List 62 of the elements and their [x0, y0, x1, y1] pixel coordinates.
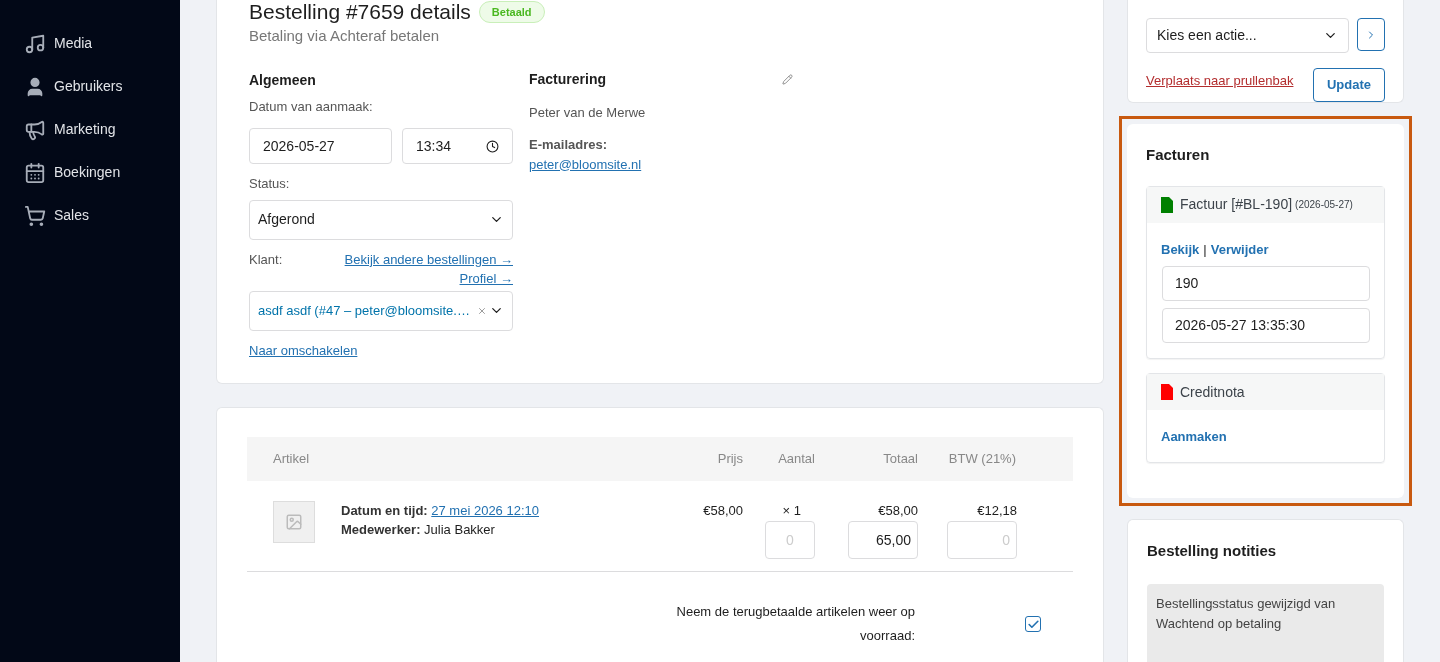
trash-link[interactable]: Verplaats naar prullenbak	[1146, 71, 1294, 91]
date-link[interactable]: 27 mei 2026 12:10	[431, 503, 539, 518]
quantity-cell-text: × 1	[782, 502, 802, 520]
order-title: Bestelling #7659 details	[249, 0, 471, 26]
customer-link[interactable]: Profiel →	[459, 268, 513, 288]
restock-label: Neem de terugbetaalde artikelen weer op voorraad:	[675, 603, 915, 645]
document-title: Creditnota	[1180, 382, 1245, 402]
create-link[interactable]: Aanmaken	[1161, 427, 1227, 447]
note: Bestellingsstatus gewijzigd van Wachtend op betaling	[1147, 584, 1384, 662]
card-heading: Bestelling notities	[1147, 540, 1278, 561]
column-header: Prijs	[716, 450, 743, 469]
view-link[interactable]: Bekijk	[1161, 239, 1200, 259]
field-label: Klant:	[249, 250, 283, 269]
clear-icon[interactable]	[477, 305, 487, 316]
customer-select[interactable]: asdf asdf (#47 – peter@bloomsite.…	[249, 290, 513, 331]
total-cell-text: €58,00	[878, 502, 918, 520]
update-button[interactable]: Update	[1313, 68, 1385, 102]
cart-icon	[24, 204, 46, 227]
email-link[interactable]: peter@bloomsite.nl	[529, 154, 642, 174]
billing-name: Peter van de Merwe	[529, 103, 647, 122]
document-date: (2026-05-27)	[1295, 198, 1353, 212]
sidebar-item[interactable]: Sales	[0, 194, 180, 237]
item-label: Medewerker:	[341, 522, 421, 537]
column-header: Aantal	[777, 450, 815, 469]
switch-link[interactable]: Naar omschakelen	[249, 340, 358, 360]
column-header: Totaal	[882, 450, 918, 469]
sidebar-item[interactable]: Boekingen	[0, 151, 180, 194]
card-heading: Facturen	[1146, 145, 1211, 165]
action-select[interactable]: Kies een actie...	[1146, 18, 1350, 53]
clock-icon	[486, 139, 499, 153]
apply-button[interactable]	[1357, 18, 1385, 51]
price-cell-text: €58,00	[702, 502, 743, 520]
sidebar-item[interactable]: Gebruikers	[0, 65, 180, 108]
tax-cell-text: €12,18	[977, 502, 1017, 520]
invoice-field[interactable]: 190	[1162, 266, 1370, 301]
section-heading: Algemeen	[249, 70, 317, 90]
refund-total-field[interactable]: 65,00	[848, 521, 918, 559]
image-icon	[285, 513, 303, 531]
invoice-field[interactable]: 2026-05-27 13:35:30	[1162, 308, 1370, 343]
time-field[interactable]: 13:34	[402, 128, 513, 164]
sidebar-item[interactable]: Marketing	[0, 108, 180, 151]
field-label: E-mailadres:	[529, 136, 609, 154]
sidebar-item[interactable]: Media	[0, 22, 180, 65]
restock-checkbox[interactable]	[1025, 616, 1041, 632]
field-label: Datum van aanmaak:	[249, 97, 374, 116]
customer-link[interactable]: Bekijk andere bestellingen →	[344, 249, 513, 269]
item-label: Datum en tijd:	[341, 503, 428, 518]
date-field[interactable]: 2026-05-27	[249, 128, 392, 164]
status-select[interactable]: Afgerond	[249, 199, 513, 240]
media-icon	[24, 32, 46, 55]
delete-link[interactable]: Verwijder	[1210, 239, 1269, 259]
megaphone-icon	[24, 118, 46, 141]
column-header: Artikel	[273, 450, 311, 469]
field-label: Status:	[249, 175, 291, 193]
status-badge: Betaald	[478, 0, 545, 24]
link-separator: |	[1203, 240, 1207, 259]
section-heading: Facturering	[529, 70, 606, 89]
order-subtitle: Betaling via Achteraf betalen	[249, 26, 441, 46]
calendar-icon	[24, 161, 46, 184]
document-title: Factuur [#BL-190]	[1180, 195, 1293, 214]
column-header: BTW (21%)	[947, 450, 1017, 469]
staff-name: Julia Bakker	[424, 522, 495, 537]
